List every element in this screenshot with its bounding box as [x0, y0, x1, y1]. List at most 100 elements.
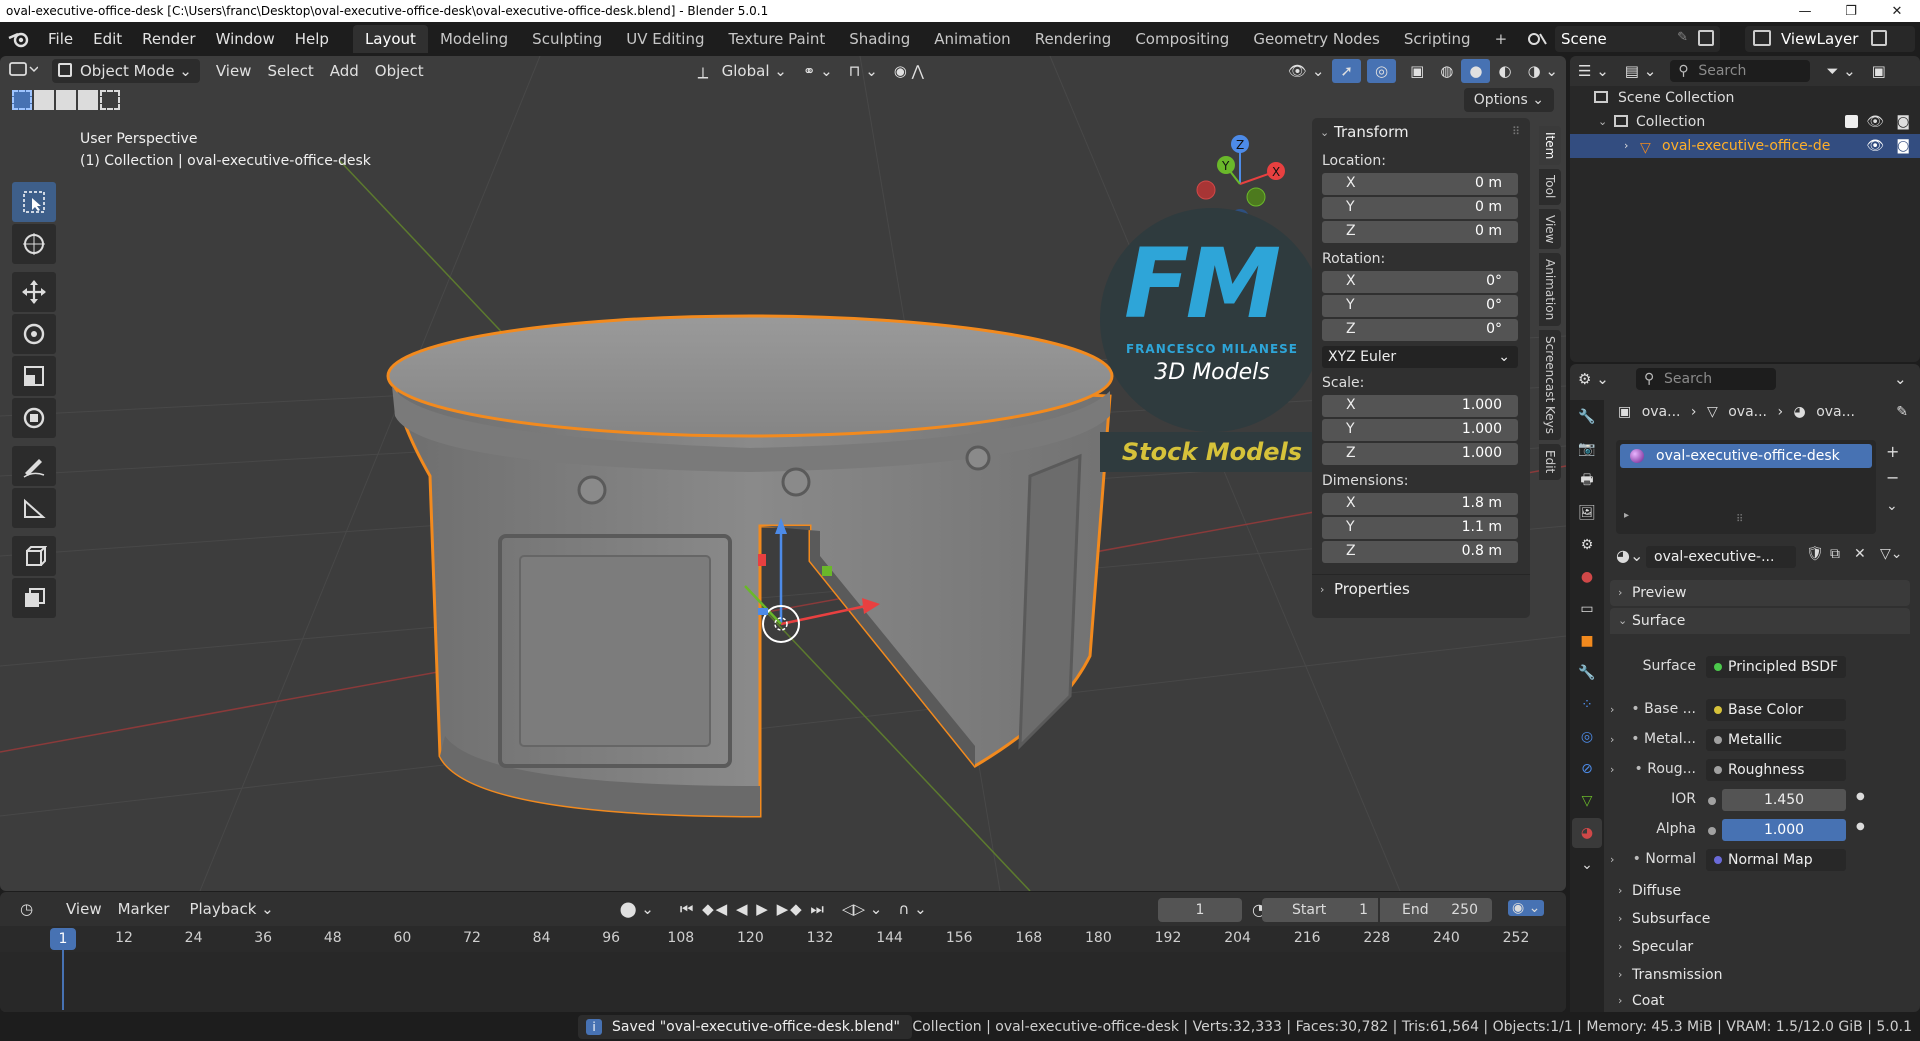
render-camera-icon[interactable]: ◙: [1896, 110, 1910, 134]
pin-breadcrumb-icon[interactable]: ✎: [1896, 404, 1908, 420]
scene-selector-icon[interactable]: [1526, 28, 1550, 50]
minimize-button[interactable]: —: [1782, 0, 1828, 22]
scale-y-field[interactable]: Y 1.000: [1322, 419, 1520, 442]
viewlayer-field[interactable]: ViewLayer: [1745, 26, 1915, 52]
coat-section[interactable]: › Coat: [1610, 988, 1910, 1014]
visibility-eye-icon[interactable]: 👁: [1866, 110, 1884, 134]
metallic-field[interactable]: Metallic: [1706, 729, 1846, 751]
roughness-label[interactable]: › • Roug...: [1610, 761, 1696, 777]
tab-scripting[interactable]: Scripting: [1392, 25, 1483, 53]
material-name-field[interactable]: oval-executive-...: [1646, 546, 1796, 568]
pin-icon[interactable]: ✎: [1677, 30, 1688, 45]
xray-icon[interactable]: ▣: [1402, 59, 1432, 83]
outliner-scene-collection[interactable]: Scene Collection: [1570, 86, 1920, 110]
tab-item[interactable]: Item: [1539, 126, 1561, 166]
shading-material-icon[interactable]: ◐: [1490, 59, 1519, 83]
close-button[interactable]: ✕: [1874, 0, 1920, 22]
object-visibility-eye-icon[interactable]: 👁: [1866, 134, 1884, 158]
outliner-editor-type-icon[interactable]: ☰ ⌄: [1570, 59, 1617, 83]
add-workspace-button[interactable]: +: [1483, 25, 1520, 53]
select-box-tool[interactable]: [12, 182, 56, 222]
base-color-label[interactable]: › • Base ...: [1610, 701, 1696, 717]
constraints-props-icon[interactable]: ⊘: [1572, 754, 1602, 784]
normal-field[interactable]: Normal Map: [1706, 849, 1846, 871]
transform-header[interactable]: ⌄ Transform ⠿: [1312, 118, 1530, 146]
menu-edit[interactable]: Edit: [83, 26, 132, 52]
dimensions-y-field[interactable]: Y 1.1 m: [1322, 517, 1520, 540]
keyframe-nav-icons[interactable]: ◁▷ ⌄: [834, 897, 890, 921]
timeline-track-area[interactable]: [0, 952, 1566, 1012]
menu-object[interactable]: Object: [367, 59, 432, 83]
annotate-tool[interactable]: [12, 446, 56, 486]
timeline-editor-type-icon[interactable]: ◷ ⌄: [12, 897, 58, 942]
tab-tool[interactable]: Tool: [1539, 169, 1561, 205]
shading-solid-icon[interactable]: ●: [1461, 59, 1491, 83]
remove-slot-button[interactable]: −: [1886, 468, 1899, 487]
record-icon[interactable]: ⬤ ⌄: [612, 897, 662, 921]
link-data-icon[interactable]: ▽⌄: [1880, 546, 1903, 562]
outliner-search-input[interactable]: ⚲ Search: [1670, 60, 1811, 82]
scale-x-field[interactable]: X 1.000: [1322, 395, 1520, 418]
rotate-tool[interactable]: [12, 314, 56, 354]
tab-layout[interactable]: Layout: [352, 25, 428, 53]
rotation-z-field[interactable]: Z 0°: [1322, 319, 1520, 342]
material-slot-item[interactable]: oval-executive-office-desk: [1620, 444, 1872, 468]
playhead[interactable]: 1: [50, 928, 76, 950]
normal-label[interactable]: › • Normal: [1610, 851, 1696, 867]
blender-logo-icon[interactable]: [0, 22, 38, 56]
transmission-section[interactable]: › Transmission: [1610, 962, 1910, 988]
tab-compositing[interactable]: Compositing: [1123, 25, 1241, 53]
tool-props-icon[interactable]: 🔧: [1572, 402, 1602, 432]
cursor-tool[interactable]: [12, 224, 56, 264]
rotation-x-field[interactable]: X 0°: [1322, 271, 1520, 294]
tab-modeling[interactable]: Modeling: [428, 25, 520, 53]
new-scene-icon[interactable]: [1698, 30, 1714, 46]
alpha-slider[interactable]: 1.000: [1722, 819, 1846, 841]
timeline-ruler[interactable]: 12 24 36 48 60 72 84 96 108 120 132 144 156 168 180 192…: [0, 926, 1566, 952]
maximize-button[interactable]: ❐: [1828, 0, 1874, 22]
tab-rendering[interactable]: Rendering: [1023, 25, 1124, 53]
modifier-props-icon[interactable]: 🔧: [1572, 658, 1602, 688]
fake-user-icon[interactable]: 🛡: [1806, 546, 1824, 562]
snap-icon[interactable]: ⊓ ⌄: [841, 59, 886, 83]
surface-panel-header[interactable]: ⌄ Surface: [1610, 608, 1910, 634]
auto-keying-icon[interactable]: ∩ ⌄: [890, 897, 934, 921]
new-viewlayer-icon[interactable]: [1871, 30, 1887, 46]
properties-subpanel-header[interactable]: › Properties: [1312, 574, 1530, 602]
tab-sculpting[interactable]: Sculpting: [520, 25, 614, 53]
editor-type-icon[interactable]: [0, 59, 48, 83]
outliner-collection[interactable]: ⌄ Collection 👁 ◙: [1570, 110, 1920, 134]
outliner-object-row[interactable]: › ▽ oval-executive-office-de 👁 ◙: [1570, 134, 1920, 158]
proportional-edit-icon[interactable]: ◉ ⋀: [886, 59, 932, 83]
dimensions-z-field[interactable]: Z 0.8 m: [1322, 541, 1520, 564]
exclude-checkbox[interactable]: [1845, 115, 1858, 128]
gizmo-toggle-icon[interactable]: ➚: [1332, 59, 1361, 83]
mode-select[interactable]: Object Mode ⌄: [52, 59, 200, 83]
shading-rendered-icon[interactable]: ◑ ⌄: [1520, 59, 1566, 83]
material-browse-icon[interactable]: ◕⌄: [1616, 546, 1643, 565]
output-props-icon[interactable]: 🖶: [1572, 466, 1602, 496]
shading-wireframe-icon[interactable]: ◍: [1432, 59, 1461, 83]
tab-edit[interactable]: Edit: [1539, 444, 1561, 480]
pivot-icon[interactable]: ⚭ ⌄: [795, 59, 841, 83]
move-tool[interactable]: [12, 272, 56, 312]
tab-shading[interactable]: Shading: [837, 25, 922, 53]
preview-panel-header[interactable]: › Preview: [1610, 580, 1910, 606]
specular-section[interactable]: › Specular: [1610, 934, 1910, 960]
visibility-icon[interactable]: 👁 ⌄: [1280, 59, 1332, 83]
current-frame-field[interactable]: 1: [1158, 898, 1242, 922]
scale-z-field[interactable]: Z 1.000: [1322, 443, 1520, 466]
menu-window[interactable]: Window: [206, 26, 285, 52]
playback-controls[interactable]: ⏮ ◆◀ ◀ ▶ ▶◆ ⏭: [672, 897, 834, 921]
menu-render[interactable]: Render: [132, 26, 205, 52]
location-y-field[interactable]: Y0 m: [1322, 197, 1520, 220]
collection-props-icon[interactable]: ▭: [1572, 594, 1602, 624]
transform-orientation-select[interactable]: ⟂ Global ⌄: [692, 59, 795, 83]
extrude-tool[interactable]: [12, 578, 56, 618]
tab-uv-editing[interactable]: UV Editing: [614, 25, 716, 53]
menu-select[interactable]: Select: [259, 59, 321, 83]
tab-view[interactable]: View: [1539, 208, 1561, 250]
select-mode-icons[interactable]: [12, 90, 128, 112]
new-collection-icon[interactable]: ▣: [1864, 59, 1894, 83]
timeline-menu-playback[interactable]: Playback ⌄: [181, 897, 281, 921]
